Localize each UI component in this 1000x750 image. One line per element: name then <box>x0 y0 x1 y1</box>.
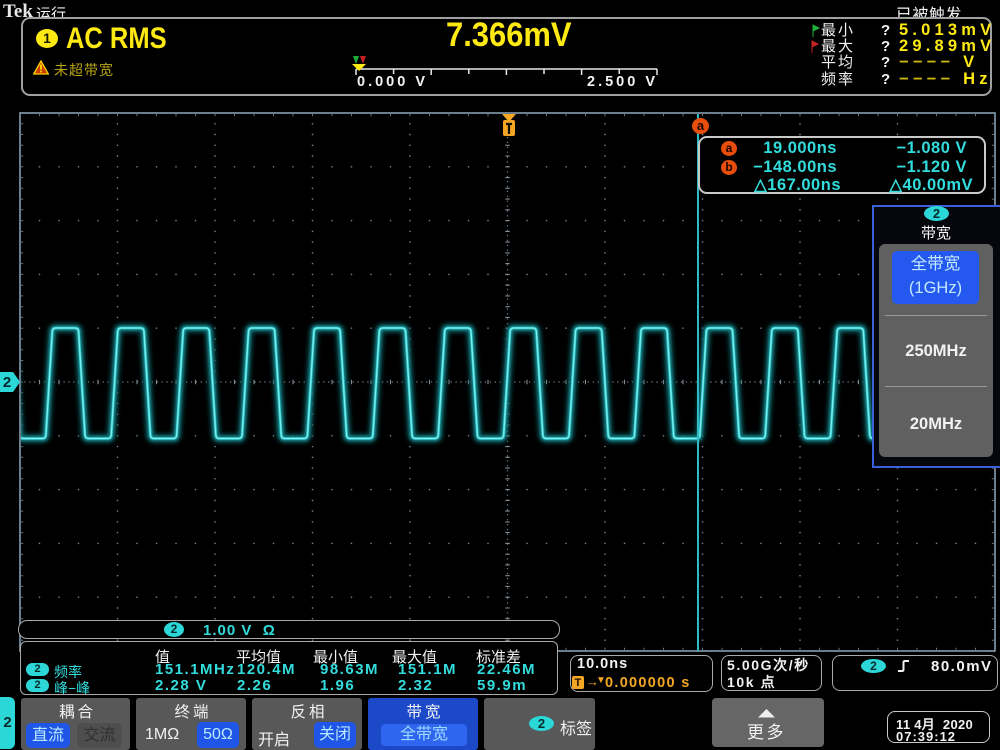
svg-text:2: 2 <box>3 374 11 391</box>
